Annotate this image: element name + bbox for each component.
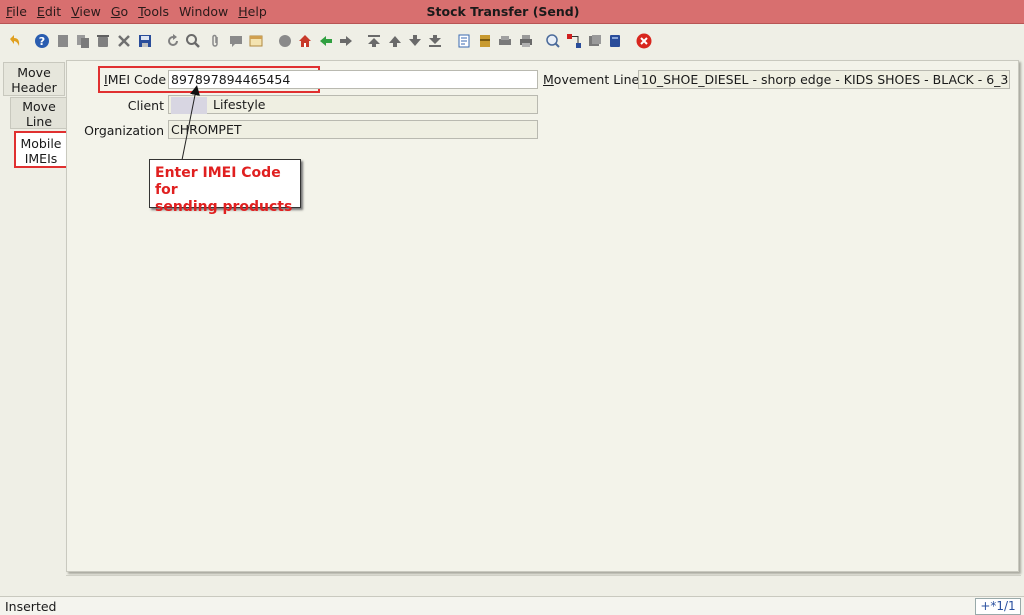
tab-mobile-imeis[interactable]: Mobile IMEIs [14, 131, 68, 168]
toolbar: ? [0, 25, 1024, 57]
annotation-line-1: Enter IMEI Code for [155, 165, 281, 198]
grid-toggle-icon[interactable] [248, 33, 264, 49]
tab-move-header[interactable]: Move Header [3, 62, 65, 96]
previous-record-icon[interactable] [387, 33, 403, 49]
title-bar: File Edit View Go Tools Window Help Stoc… [0, 0, 1024, 24]
imei-code-input[interactable]: 897897894465454 [168, 70, 538, 89]
svg-text:?: ? [39, 35, 45, 48]
imei-code-label: IMEI Code [104, 72, 167, 87]
zoom-across-icon[interactable] [545, 33, 561, 49]
refresh-icon[interactable] [165, 33, 181, 49]
new-record-icon[interactable] [55, 33, 71, 49]
archive-icon[interactable] [477, 33, 493, 49]
request-icon[interactable] [587, 33, 603, 49]
panel-divider [66, 575, 1021, 578]
client-color-chip [171, 97, 207, 114]
first-record-icon[interactable] [366, 33, 382, 49]
save-icon[interactable] [137, 33, 153, 49]
next-record-icon[interactable] [407, 33, 423, 49]
undo-icon[interactable] [6, 33, 22, 49]
help-icon[interactable]: ? [34, 33, 50, 49]
home-icon[interactable] [297, 33, 313, 49]
last-record-icon[interactable] [427, 33, 443, 49]
copy-record-icon[interactable] [75, 33, 91, 49]
delete-icon[interactable] [95, 33, 111, 49]
tab-column: Move Header Move Line Mobile IMEIs [0, 60, 68, 580]
chat-icon[interactable] [228, 33, 244, 49]
find-icon[interactable] [185, 33, 201, 49]
workflow-icon[interactable] [566, 33, 582, 49]
print-icon[interactable] [518, 33, 534, 49]
record-navigator[interactable]: +*1/1 [975, 598, 1021, 615]
detail-record-icon[interactable] [338, 33, 354, 49]
status-bar: Inserted +*1/1 [0, 596, 1024, 615]
organization-label: Organization [84, 123, 164, 138]
attachment-icon[interactable] [207, 33, 223, 49]
movement-line-field[interactable]: 10_SHOE_DIESEL - shorp edge - KIDS SHOES… [638, 70, 1010, 89]
annotation-callout: Enter IMEI Code for sending products [149, 159, 301, 215]
close-icon[interactable] [636, 33, 652, 49]
report-icon[interactable] [456, 33, 472, 49]
window-title: Stock Transfer (Send) [426, 4, 580, 19]
history-icon[interactable] [277, 33, 293, 49]
client-label: Client [127, 98, 164, 113]
client-field[interactable]: Lifestyle [168, 95, 538, 114]
product-info-icon[interactable] [607, 33, 623, 49]
annotation-line-2: sending products [155, 199, 293, 215]
delete-selection-icon[interactable] [116, 33, 132, 49]
status-text: Inserted [5, 599, 57, 614]
movement-line-label: Movement Line [543, 72, 640, 87]
print-preview-icon[interactable] [497, 33, 513, 49]
tab-move-line[interactable]: Move Line [10, 97, 68, 129]
parent-record-icon[interactable] [318, 33, 334, 49]
organization-field[interactable]: CHROMPET [168, 120, 538, 139]
